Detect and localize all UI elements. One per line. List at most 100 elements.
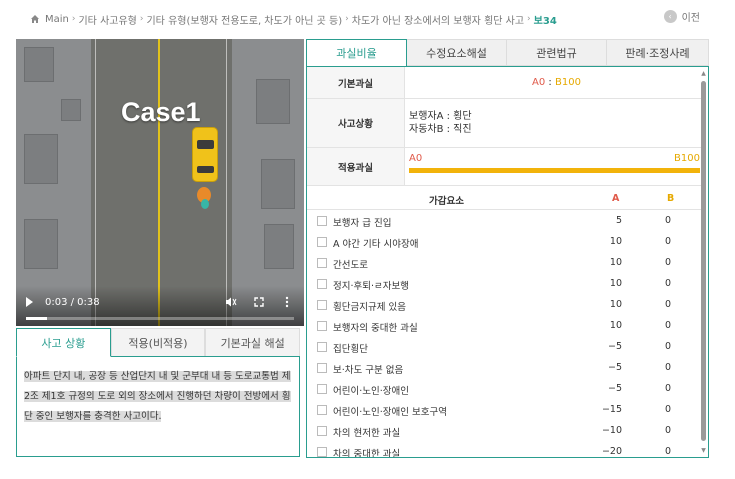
breadcrumb-item-category[interactable]: 기타 사고유형 [78,12,136,27]
factor-name: 차의 현저한 과실 [333,428,401,439]
right-tabs: 과실비율 수정요소해설 관련법규 판례·조정사례 [306,39,709,66]
left-tabs: 사고 상황 적용(비적용) 기본과실 해설 [16,328,301,357]
factor-checkbox[interactable] [317,342,327,352]
factor-row[interactable]: 횡단금지규제 있음 10 0 [307,295,704,316]
factor-value-b: 0 [665,236,672,247]
breadcrumb-item-main[interactable]: Main [45,14,69,25]
building-block [61,99,81,121]
lane-line [95,39,96,326]
factor-value-a: 10 [609,320,622,331]
factor-value-b: 0 [665,341,672,352]
scrollbar[interactable]: ▲ ▼ [700,71,707,454]
factor-value-b: 0 [665,299,672,310]
factor-checkbox[interactable] [317,258,327,268]
tab-modifier-explanation[interactable]: 수정요소해설 [407,39,507,66]
factor-name: 차의 중대한 과실 [333,449,401,458]
factor-row[interactable]: 차의 현저한 과실 −10 0 [307,421,704,442]
breadcrumb-item-type[interactable]: 기타 유형(보행자 전용도로, 차도가 아닌 곳 등) [146,12,342,27]
scrollbar-thumb[interactable] [701,81,706,441]
applied-fault-label: 적용과실 [307,148,405,185]
tab-accident-situation[interactable]: 사고 상황 [16,328,111,357]
basic-fault-value: A0 : B100 [405,67,704,98]
factor-row[interactable]: 간선도로 10 0 [307,253,704,274]
factor-row[interactable]: 보행자의 중대한 과실 10 0 [307,316,704,337]
accident-video-player[interactable]: Case1 0:03 / 0:38 [16,39,304,326]
tab-related-laws[interactable]: 관련법규 [507,39,607,66]
factor-value-b: 0 [665,425,672,436]
lane-line [226,39,227,326]
video-progress-bar[interactable] [26,317,294,320]
volume-icon[interactable] [224,296,238,308]
scroll-down-icon[interactable]: ▼ [700,448,707,454]
factor-name: 간선도로 [333,260,368,271]
road [91,39,232,326]
basic-fault-row: 기본과실 A0 : B100 [307,67,704,99]
factor-checkbox[interactable] [317,300,327,310]
situation-line-a: 보행자A : 횡단 [409,111,472,122]
factor-checkbox[interactable] [317,384,327,394]
factor-value-a: −5 [607,341,622,352]
factor-value-b: 0 [665,404,672,415]
factors-col-b: B [667,193,675,204]
factor-name: 어린이·노인·장애인 [333,386,409,397]
factor-value-a: −20 [601,446,622,457]
factor-name: 어린이·노인·장애인 보호구역 [333,407,447,418]
factor-name: A 야간 기타 시야장애 [333,239,419,250]
chevron-right-icon: › [527,14,531,24]
factor-value-b: 0 [665,320,672,331]
factor-checkbox[interactable] [317,426,327,436]
factors-title: 가감요소 [429,196,464,207]
prev-button-label: 이전 [681,13,700,24]
scroll-up-icon[interactable]: ▲ [700,71,707,77]
factor-checkbox[interactable] [317,279,327,289]
fault-ratio-bar-fill [409,168,700,173]
factor-row[interactable]: 차의 중대한 과실 −20 0 [307,442,704,458]
factor-checkbox[interactable] [317,363,327,373]
factor-row[interactable]: 어린이·노인·장애인 보호구역 −15 0 [307,400,704,421]
factor-checkbox[interactable] [317,321,327,331]
center-line [158,39,160,326]
tab-basic-fault-explanation[interactable]: 기본과실 해설 [205,328,301,356]
more-vertical-icon[interactable] [280,296,294,308]
tab-fault-ratio[interactable]: 과실비율 [306,39,407,66]
factor-value-b: 0 [665,383,672,394]
factor-value-b: 0 [665,257,672,268]
situation-line-b: 자동차B : 직진 [409,124,472,135]
tab-precedents[interactable]: 판례·조정사례 [607,39,709,66]
factor-checkbox[interactable] [317,405,327,415]
factor-checkbox[interactable] [317,447,327,457]
factor-row[interactable]: 집단횡단 −5 0 [307,337,704,358]
fullscreen-icon[interactable] [252,296,266,308]
play-icon[interactable] [26,297,33,307]
pedestrian-icon [201,199,209,209]
factor-value-a: −5 [607,362,622,373]
situation-row: 사고상황 보행자A : 횡단 자동차B : 직진 [307,99,704,148]
factor-row[interactable]: 어린이·노인·장애인 −5 0 [307,379,704,400]
breadcrumb-item-subtype[interactable]: 차도가 아닌 장소에서의 보행자 횡단 사고 [352,12,524,27]
chevron-right-icon: › [345,14,349,24]
home-icon[interactable] [30,14,40,24]
factor-checkbox[interactable] [317,237,327,247]
factor-row[interactable]: A 야간 기타 시야장애 10 0 [307,232,704,253]
factor-row[interactable]: 정지·후퇴·ㄹ자보행 10 0 [307,274,704,295]
fault-ratio-panel: 기본과실 A0 : B100 사고상황 보행자A : 횡단 자동차B : 직진 … [306,66,709,458]
fault-ratio-bar [409,168,700,173]
building-block [261,159,295,209]
basic-fault-a: A0 [532,77,546,88]
factor-value-a: −10 [601,425,622,436]
prev-button[interactable]: ‹ 이전 [663,9,700,24]
factor-row[interactable]: 보행자 급 진입 5 0 [307,211,704,232]
car-icon [192,127,218,182]
basic-fault-sep: : [545,77,555,88]
factor-name: 집단횡단 [333,344,368,355]
factor-value-a: −15 [601,404,622,415]
building-block [24,219,58,269]
tab-applicability[interactable]: 적용(비적용) [110,328,206,356]
applied-fault-a: A0 [409,153,423,164]
chevron-right-icon: › [139,14,144,24]
factor-checkbox[interactable] [317,216,327,226]
factor-value-b: 0 [665,446,672,457]
video-progress-fill [26,317,48,320]
situation-value: 보행자A : 횡단 자동차B : 직진 [405,99,704,147]
factor-row[interactable]: 보·차도 구분 없음 −5 0 [307,358,704,379]
